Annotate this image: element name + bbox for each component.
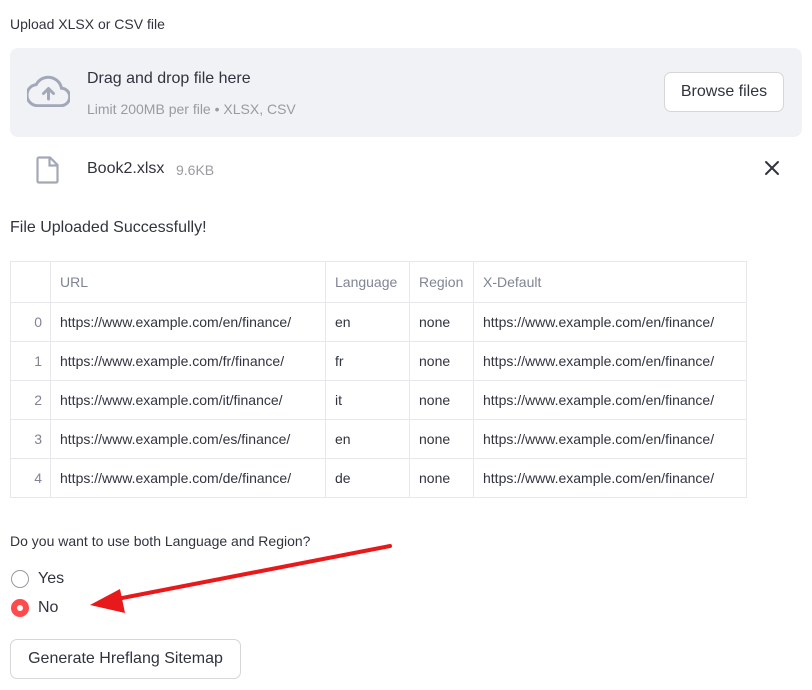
cell-url[interactable]: https://www.example.com/it/finance/ xyxy=(50,380,326,420)
table-header-language[interactable]: Language xyxy=(325,261,410,303)
radio-label-yes: Yes xyxy=(38,570,65,587)
row-index: 1 xyxy=(10,341,51,381)
close-icon[interactable] xyxy=(762,158,782,178)
browse-files-button[interactable]: Browse files xyxy=(664,72,784,112)
table-row: 4 https://www.example.com/de/finance/ de… xyxy=(10,458,747,498)
cell-url[interactable]: https://www.example.com/es/finance/ xyxy=(50,419,326,459)
file-dropzone[interactable]: Drag and drop file here Limit 200MB per … xyxy=(10,48,802,137)
radio-label-no: No xyxy=(38,599,59,616)
table-row: 2 https://www.example.com/it/finance/ it… xyxy=(10,380,747,420)
uploaded-file-size: 9.6KB xyxy=(176,162,215,178)
cell-x-default[interactable]: https://www.example.com/en/finance/ xyxy=(473,380,747,420)
radio-option-yes[interactable]: Yes xyxy=(11,568,64,590)
radio-option-no[interactable]: No xyxy=(11,597,58,619)
cell-language[interactable]: en xyxy=(325,419,410,459)
radio-unchecked-icon[interactable] xyxy=(11,570,29,588)
table-header-index[interactable] xyxy=(10,261,51,303)
cell-region[interactable]: none xyxy=(409,419,474,459)
radio-checked-icon[interactable] xyxy=(11,599,29,617)
cell-x-default[interactable]: https://www.example.com/en/finance/ xyxy=(473,419,747,459)
uploader-label: Upload XLSX or CSV file xyxy=(10,16,165,32)
cell-x-default[interactable]: https://www.example.com/en/finance/ xyxy=(473,302,747,342)
table-header-row: URL Language Region X-Default xyxy=(10,261,747,303)
cell-region[interactable]: none xyxy=(409,302,474,342)
cell-x-default[interactable]: https://www.example.com/en/finance/ xyxy=(473,341,747,381)
cell-language[interactable]: de xyxy=(325,458,410,498)
success-message: File Uploaded Successfully! xyxy=(10,219,207,236)
row-index: 4 xyxy=(10,458,51,498)
cell-region[interactable]: none xyxy=(409,458,474,498)
cell-url[interactable]: https://www.example.com/de/finance/ xyxy=(50,458,326,498)
dropzone-title: Drag and drop file here xyxy=(87,70,251,87)
file-icon xyxy=(36,156,59,184)
table-header-url[interactable]: URL xyxy=(50,261,326,303)
table-header-region[interactable]: Region xyxy=(409,261,474,303)
language-region-question: Do you want to use both Language and Reg… xyxy=(10,533,311,549)
uploaded-file-name: Book2.xlsx xyxy=(87,160,165,177)
row-index: 2 xyxy=(10,380,51,420)
uploaded-file-row: Book2.xlsx 9.6KB xyxy=(10,148,802,192)
table-row: 0 https://www.example.com/en/finance/ en… xyxy=(10,302,747,342)
cell-url[interactable]: https://www.example.com/fr/finance/ xyxy=(50,341,326,381)
data-table: URL Language Region X-Default 0 https://… xyxy=(10,261,747,498)
row-index: 0 xyxy=(10,302,51,342)
cell-language[interactable]: it xyxy=(325,380,410,420)
cell-x-default[interactable]: https://www.example.com/en/finance/ xyxy=(473,458,747,498)
cell-region[interactable]: none xyxy=(409,380,474,420)
table-row: 3 https://www.example.com/es/finance/ en… xyxy=(10,419,747,459)
row-index: 3 xyxy=(10,419,51,459)
generate-hreflang-sitemap-button[interactable]: Generate Hreflang Sitemap xyxy=(10,639,241,679)
cell-region[interactable]: none xyxy=(409,341,474,381)
dropzone-limit-text: Limit 200MB per file • XLSX, CSV xyxy=(87,101,296,117)
cell-language[interactable]: fr xyxy=(325,341,410,381)
table-header-x-default[interactable]: X-Default xyxy=(473,261,747,303)
app-page: Upload XLSX or CSV file Drag and drop fi… xyxy=(0,0,812,690)
table-row: 1 https://www.example.com/fr/finance/ fr… xyxy=(10,341,747,381)
cell-url[interactable]: https://www.example.com/en/finance/ xyxy=(50,302,326,342)
cloud-upload-icon xyxy=(27,75,70,107)
cell-language[interactable]: en xyxy=(325,302,410,342)
